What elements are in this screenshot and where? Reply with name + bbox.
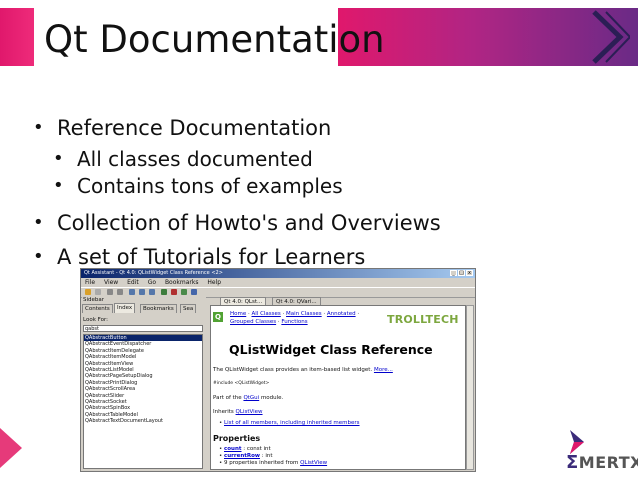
bullet-text: Contains tons of examples (77, 174, 343, 198)
tab-qvariant[interactable]: Qt 4.0: QVari... (272, 297, 321, 305)
property-count-link[interactable]: count (224, 446, 242, 452)
document-tabs: Qt 4.0: QLst... Qt 4.0: QVari... (210, 297, 474, 305)
document-area: Qt 4.0: QLst... Qt 4.0: QVari... Q Home … (210, 297, 474, 470)
doc-intro: The QListWidget class provides an item-b… (213, 367, 393, 373)
document-view: Q Home · All Classes · Main Classes · An… (210, 305, 466, 470)
bullet-item: • Reference Documentation (33, 114, 332, 142)
tab-contents[interactable]: Contents (82, 304, 113, 313)
part-of-prefix: Part of the (213, 395, 242, 401)
menu-view[interactable]: View (104, 279, 118, 286)
new-tab-icon[interactable] (191, 289, 197, 295)
bullet-dot: • (53, 175, 64, 196)
include-line: #include <QListWidget> (213, 381, 270, 386)
sub-bullet-item: • Contains tons of examples (53, 172, 343, 200)
list-item[interactable]: QAbstractTextDocumentLayout (84, 418, 202, 424)
scrollbar[interactable] (466, 305, 474, 470)
menu-help[interactable]: Help (207, 279, 221, 286)
trolltech-logo: TROLLTECH (387, 313, 459, 326)
search-input[interactable]: qabst (83, 325, 203, 332)
property-type: : int (261, 453, 273, 459)
property-type: : const int (243, 446, 271, 452)
redo-icon[interactable] (117, 289, 123, 295)
bullet-text: A set of Tutorials for Learners (57, 245, 366, 269)
qt-assistant-window: Qt Assistant - Qt 4.0: QListWidget Class… (80, 268, 476, 472)
sidebar-tabs: Contents Index Bookmarks Sea (82, 303, 206, 313)
bullet-text: Collection of Howto's and Overviews (57, 211, 441, 235)
bookmark-icon[interactable] (171, 289, 177, 295)
find-icon[interactable] (129, 289, 135, 295)
menu-go[interactable]: Go (148, 279, 156, 286)
sidebar-panel: Sidebar Contents Index Bookmarks Sea Loo… (82, 297, 206, 470)
logo-sigma: Σ (566, 452, 579, 473)
properties-heading: Properties (213, 434, 261, 443)
tab-bookmarks[interactable]: Bookmarks (140, 304, 177, 313)
more-link[interactable]: More... (374, 367, 393, 373)
emertxe-logo-text: ΣMERTXE (566, 452, 638, 473)
minimize-button[interactable]: _ (450, 270, 457, 276)
qtgui-link[interactable]: QtGui (243, 395, 259, 401)
menu-file[interactable]: File (85, 279, 95, 286)
members-line: • List of all members, including inherit… (219, 420, 360, 426)
property-item: • 9 properties inherited from QListView (219, 460, 328, 466)
qt-logo-icon: Q (213, 312, 223, 322)
inherits-prefix: Inherits (213, 409, 234, 415)
property-item: • count : const int (219, 446, 271, 452)
maximize-button[interactable]: □ (458, 270, 465, 276)
link-grouped-classes[interactable]: Grouped Classes (230, 319, 276, 325)
property-item: • currentRow : int (219, 453, 273, 459)
logo-wordmark: MERTXE (578, 453, 638, 472)
print-icon[interactable] (95, 289, 101, 295)
link-functions[interactable]: Functions (281, 319, 307, 325)
accent-bar-left (0, 8, 34, 66)
bullet-dot: • (53, 148, 64, 169)
link-main-classes[interactable]: Main Classes (286, 311, 322, 317)
corner-accent (0, 428, 22, 468)
undo-icon[interactable] (107, 289, 113, 295)
bullet-dot: • (33, 117, 44, 138)
link-annotated[interactable]: Annotated (327, 311, 356, 317)
property-currentrow-link[interactable]: currentRow (224, 453, 260, 459)
sync-icon[interactable] (181, 289, 187, 295)
chevron-right-icon (592, 10, 630, 64)
inherits-line: Inherits QListView (213, 409, 263, 415)
part-of-suffix: module. (260, 395, 284, 401)
window-titlebar[interactable]: Qt Assistant - Qt 4.0: QListWidget Class… (81, 269, 475, 278)
bullet-text: All classes documented (77, 147, 313, 171)
back-icon[interactable] (85, 289, 91, 295)
slide-title: Qt Documentation (44, 18, 385, 61)
tab-qlistwidget[interactable]: Qt 4.0: QLst... (220, 297, 267, 305)
close-button[interactable]: x (466, 270, 473, 276)
nav-links-2: Grouped Classes · Functions (230, 319, 308, 325)
inherited-qlistview-link[interactable]: QListView (300, 460, 327, 466)
link-all-classes[interactable]: All Classes (252, 311, 281, 317)
sidebar-header: Sidebar (83, 297, 105, 303)
all-members-link[interactable]: List of all members, including inherited… (224, 420, 360, 426)
menu-edit[interactable]: Edit (127, 279, 139, 286)
home-icon[interactable] (161, 289, 167, 295)
menu-bookmarks[interactable]: Bookmarks (165, 279, 199, 286)
menu-bar: File View Edit Go Bookmarks Help (81, 278, 475, 287)
sub-bullet-item: • All classes documented (53, 145, 313, 173)
link-home[interactable]: Home (230, 311, 246, 317)
doc-title: QListWidget Class Reference (229, 342, 433, 357)
bullet-text: Reference Documentation (57, 116, 332, 140)
bullet-item: • A set of Tutorials for Learners (33, 243, 366, 271)
bullet-dot: • (33, 246, 44, 267)
look-for-label: Look For: (83, 317, 108, 323)
bullet-item: • Collection of Howto's and Overviews (33, 209, 441, 237)
zoom-out-icon[interactable] (149, 289, 155, 295)
tab-search[interactable]: Sea (180, 304, 197, 313)
part-of-line: Part of the QtGui module. (213, 395, 283, 401)
qlistview-link[interactable]: QListView (236, 409, 263, 415)
nav-links: Home · All Classes · Main Classes · Anno… (230, 311, 360, 317)
bullet-dot: • (33, 212, 44, 233)
index-list[interactable]: QAbstractButton QAbstractEventDispatcher… (83, 334, 203, 469)
inherited-properties-text: 9 properties inherited from (224, 460, 299, 466)
intro-text: The QListWidget class provides an item-b… (213, 367, 373, 373)
tab-index[interactable]: Index (114, 303, 136, 313)
zoom-in-icon[interactable] (139, 289, 145, 295)
